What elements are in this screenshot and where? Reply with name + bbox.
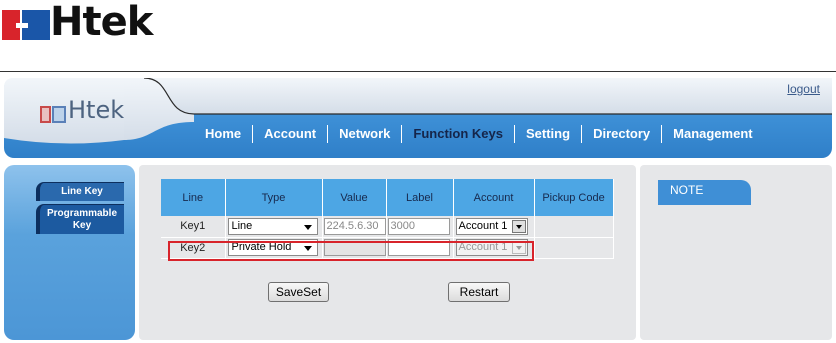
account-select-value: Account 1 <box>458 241 508 253</box>
column-header-type: Type <box>225 179 323 216</box>
account-select[interactable]: Account 1 <box>455 217 528 235</box>
nav-function-keys[interactable]: Function Keys <box>401 125 514 143</box>
header-bar: Htek logout Home Account Network Functio… <box>4 78 832 158</box>
pickup-code-cell <box>535 239 613 256</box>
header-logo-text: Htek <box>68 96 125 124</box>
nav-management[interactable]: Management <box>661 125 763 143</box>
pickup-code-cell <box>535 218 613 235</box>
column-header-account: Account <box>453 179 535 216</box>
main-content: Line Type Value Label Account Pickup Cod… <box>139 165 636 340</box>
nav-home[interactable]: Home <box>194 125 252 143</box>
value-input[interactable] <box>323 239 386 256</box>
account-select[interactable]: Account 1 <box>455 239 528 256</box>
note-panel: NOTE <box>640 165 832 340</box>
logout-link[interactable]: logout <box>787 82 820 96</box>
page: Htek Htek logout Home Account Network Fu… <box>0 0 836 343</box>
table-header-row: Line Type Value Label Account Pickup Cod… <box>161 179 614 216</box>
label-input[interactable]: 3000 <box>387 217 450 235</box>
value-input[interactable]: 224.5.6.30 <box>323 217 386 235</box>
nav-network[interactable]: Network <box>327 125 401 143</box>
type-select-value: Line <box>231 219 253 232</box>
column-header-pickup-code: Pickup Code <box>534 179 614 216</box>
chevron-down-icon <box>303 224 312 230</box>
nav-directory[interactable]: Directory <box>581 125 661 143</box>
key-name: Key2 <box>161 237 226 259</box>
nav-account[interactable]: Account <box>252 125 327 143</box>
sidebar-item-programmable-key[interactable]: Programmable Key <box>36 204 124 234</box>
header-logo: Htek <box>40 96 150 126</box>
chevron-down-icon <box>303 246 312 251</box>
sidebar-item-line-key[interactable]: Line Key <box>36 182 124 201</box>
column-header-value: Value <box>322 179 387 216</box>
divider <box>0 71 836 72</box>
restart-button[interactable]: Restart <box>448 282 510 302</box>
nav-setting[interactable]: Setting <box>514 125 581 143</box>
account-select-value: Account 1 <box>458 219 508 232</box>
type-select-value: Private Hold <box>231 241 292 253</box>
column-header-label: Label <box>386 179 454 216</box>
main-nav: Home Account Network Function Keys Setti… <box>194 125 764 143</box>
label-input[interactable] <box>387 239 450 256</box>
saveset-button[interactable]: SaveSet <box>268 282 329 302</box>
brand-logo: Htek <box>2 0 186 44</box>
chevron-down-icon <box>511 241 526 254</box>
sidebar: Line Key Programmable Key <box>4 165 135 340</box>
chevron-down-icon <box>511 219 526 233</box>
type-select[interactable]: Line <box>227 217 318 235</box>
column-header-line: Line <box>161 179 226 216</box>
key-name: Key1 <box>161 216 226 238</box>
table-row: Key2 Private Hold Account 1 <box>161 237 614 259</box>
function-keys-table: Line Type Value Label Account Pickup Cod… <box>161 179 614 259</box>
table-row: Key1 Line 224.5.6.30 3000 Account 1 <box>161 216 614 238</box>
note-title: NOTE <box>658 180 751 205</box>
brand-logo-text: Htek <box>50 0 153 45</box>
type-select[interactable]: Private Hold <box>227 239 318 256</box>
